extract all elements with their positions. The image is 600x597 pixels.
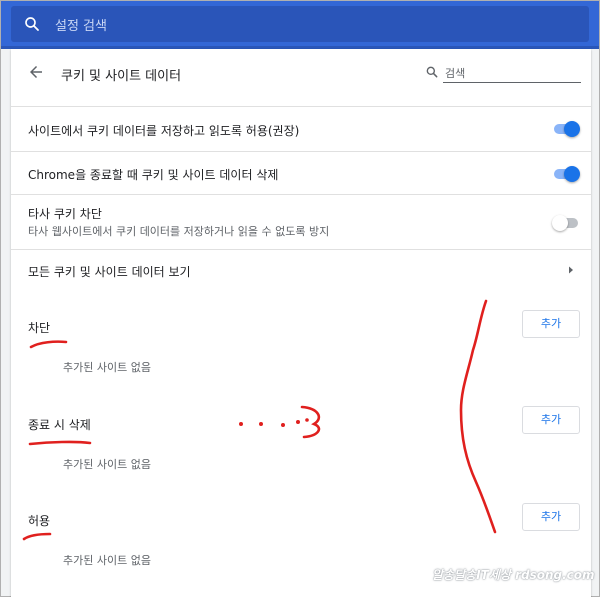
- setting-label: Chrome을 종료할 때 쿠키 및 사이트 데이터 삭제: [28, 168, 279, 182]
- settings-search-placeholder: 설정 검색: [55, 19, 107, 34]
- setting-description: 타사 웹사이트에서 쿠키 데이터를 저장하거나 읽을 수 없도록 방지: [28, 225, 330, 238]
- setting-row-block-third-party[interactable]: 타사 쿠키 차단 타사 웹사이트에서 쿠키 데이터를 저장하거나 읽을 수 없도…: [11, 194, 591, 249]
- setting-row-clear-on-exit[interactable]: Chrome을 종료할 때 쿠키 및 사이트 데이터 삭제: [11, 151, 591, 194]
- view-all-label: 모든 쿠키 및 사이트 데이터 보기: [28, 265, 191, 279]
- add-allow-button[interactable]: 추가: [522, 503, 580, 531]
- arrow-back-icon[interactable]: [27, 63, 45, 81]
- search-icon: [25, 17, 39, 31]
- page-header: 쿠키 및 사이트 데이터 검색: [11, 49, 591, 97]
- allow-cookies-toggle[interactable]: [552, 121, 580, 137]
- empty-message-allow: 추가된 사이트 없음: [63, 554, 151, 567]
- chevron-right-icon: [569, 266, 573, 274]
- setting-label: 타사 쿠키 차단: [28, 207, 102, 221]
- view-all-cookies-row[interactable]: 모든 쿠키 및 사이트 데이터 보기: [11, 249, 591, 291]
- cookies-settings-card: 쿠키 및 사이트 데이터 검색 사이트에서 쿠키 데이터를 저장하고 읽도록 허…: [11, 49, 591, 597]
- block-third-party-toggle[interactable]: [552, 215, 580, 231]
- section-title-clear-on-exit: 종료 시 삭제: [28, 418, 91, 432]
- setting-label: 사이트에서 쿠키 데이터를 저장하고 읽도록 허용(권장): [28, 124, 300, 138]
- add-clear-on-exit-button[interactable]: 추가: [522, 406, 580, 434]
- empty-message-clear-on-exit: 추가된 사이트 없음: [63, 458, 151, 471]
- section-title-block: 차단: [28, 321, 51, 335]
- setting-row-allow-cookies[interactable]: 사이트에서 쿠키 데이터를 저장하고 읽도록 허용(권장): [11, 106, 591, 151]
- page-title: 쿠키 및 사이트 데이터: [61, 69, 182, 84]
- cookie-search-placeholder: 검색: [445, 67, 466, 80]
- section-title-allow: 허용: [28, 514, 51, 528]
- search-underline: [443, 82, 581, 83]
- settings-search-box[interactable]: 설정 검색: [11, 6, 589, 42]
- empty-message-block: 추가된 사이트 없음: [63, 361, 151, 374]
- add-block-button[interactable]: 추가: [522, 310, 580, 338]
- settings-header-bar: 설정 검색: [1, 1, 599, 49]
- search-icon: [426, 66, 438, 78]
- watermark: 알송달송IT세상 rdsong.com: [432, 568, 595, 582]
- clear-on-exit-toggle[interactable]: [552, 166, 580, 182]
- cookie-search-field[interactable]: 검색: [425, 64, 581, 84]
